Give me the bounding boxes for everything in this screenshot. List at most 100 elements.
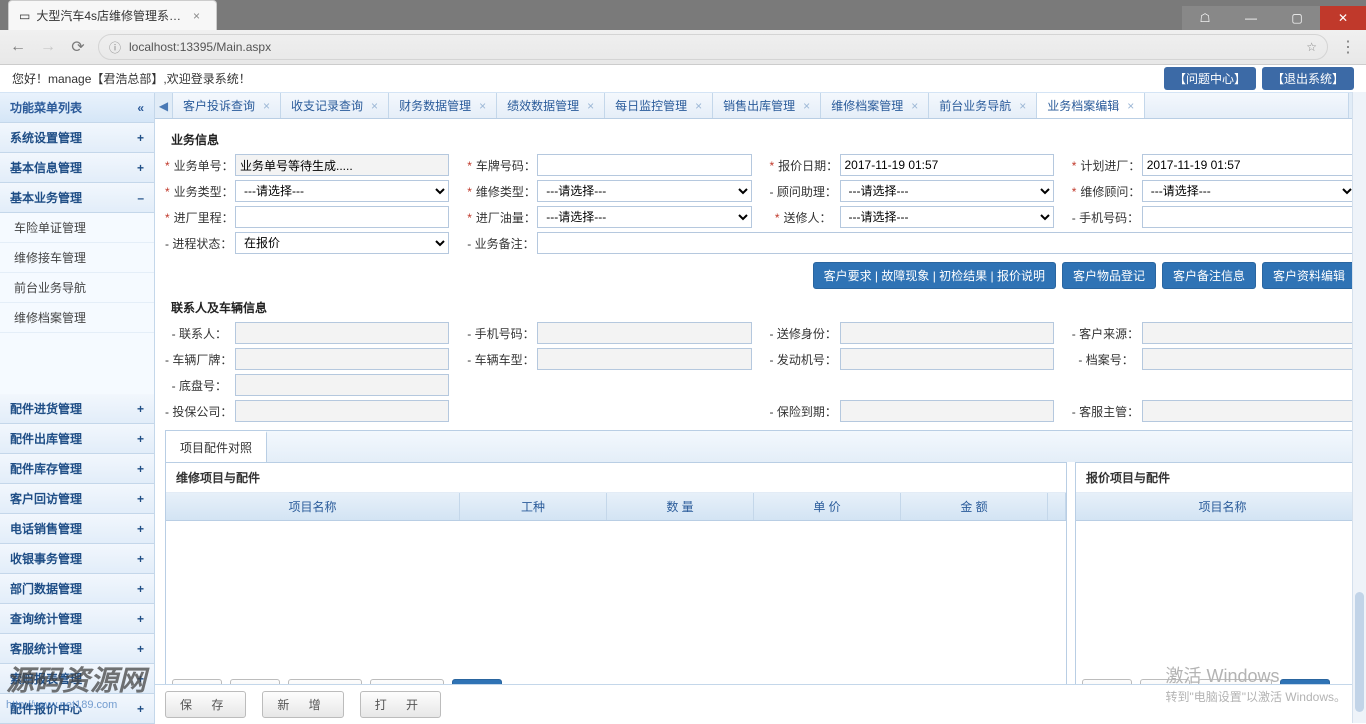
bottom-button[interactable]: 打 开 (360, 691, 441, 718)
close-icon[interactable]: × (479, 99, 486, 113)
content-tab[interactable]: 前台业务导航× (929, 93, 1037, 118)
close-icon[interactable]: × (695, 99, 702, 113)
maximize-button[interactable]: ▢ (1274, 6, 1320, 30)
progress-select[interactable]: 在报价 (235, 232, 449, 254)
repair-type-select[interactable]: ---请选择--- (537, 180, 751, 202)
sidebar-group[interactable]: 配件出库管理+ (0, 424, 154, 454)
sidebar-item[interactable]: 车险单证管理 (0, 213, 154, 243)
sidebar-group[interactable]: 配件报价中心+ (0, 694, 154, 724)
bookmark-icon[interactable]: ☆ (1306, 40, 1317, 54)
action-button[interactable]: 客户备注信息 (1162, 262, 1256, 289)
column-header[interactable]: 单 价 (754, 493, 901, 520)
remark-field[interactable] (537, 232, 1356, 254)
close-icon[interactable]: × (193, 9, 200, 23)
column-header[interactable]: 金 额 (901, 493, 1048, 520)
grid-hscroll-left[interactable] (166, 659, 1066, 673)
address-row: ← → ⟳ ⓘ localhost:13395/Main.aspx ☆ ⋮ (0, 30, 1366, 64)
action-button[interactable]: 客户物品登记 (1062, 262, 1156, 289)
address-bar[interactable]: ⓘ localhost:13395/Main.aspx ☆ (98, 34, 1328, 60)
tabs-scroll-left[interactable]: ◀ (155, 93, 173, 118)
page-scrollbar[interactable] (1352, 92, 1366, 723)
sidebar-group[interactable]: 索赔报表管理+ (0, 664, 154, 694)
sidebar-group[interactable]: 系统设置管理+ (0, 123, 154, 153)
collapse-icon[interactable]: « (137, 101, 144, 115)
content-tab[interactable]: 客户投诉查询× (173, 93, 281, 118)
column-header[interactable]: 项目名称 (166, 493, 460, 520)
inner-tab-strip: 项目配件对照 (165, 430, 1356, 462)
sidebar-group[interactable]: 配件进货管理+ (0, 394, 154, 424)
svc-mgr-field (1142, 400, 1356, 422)
inner-tab-parts[interactable]: 项目配件对照 (166, 431, 267, 462)
panel-repair-items: 维修项目与配件 项目名称工种数 量单 价金 额 编辑删除取消维修调整层次刷新 (165, 462, 1067, 684)
sidebar-group[interactable]: 客服统计管理+ (0, 634, 154, 664)
grid-body-left[interactable] (166, 521, 1066, 659)
engine-field (840, 348, 1054, 370)
user-icon[interactable]: ☖ (1182, 6, 1228, 30)
grid-body-right[interactable] (1076, 521, 1366, 659)
browser-tab[interactable]: ▭ 大型汽车4s店维修管理系… × (8, 0, 217, 30)
phone-field[interactable] (1142, 206, 1356, 228)
sidebar-group[interactable]: 收银事务管理+ (0, 544, 154, 574)
bottom-button[interactable]: 新 增 (262, 691, 343, 718)
close-icon[interactable]: × (371, 99, 378, 113)
bottom-bar: 保 存新 增打 开 (155, 684, 1366, 724)
contact-field (235, 322, 449, 344)
back-icon[interactable]: ← (8, 38, 28, 56)
biz-type-select[interactable]: ---请选择--- (235, 180, 449, 202)
sidebar-group[interactable]: 查询统计管理+ (0, 604, 154, 634)
quote-date-field[interactable] (840, 154, 1054, 176)
brand-field (235, 348, 449, 370)
form-page: 业务信息 *业务单号： *车牌号码： *报价日期： *计划进厂： *业务类型：-… (155, 119, 1366, 684)
sidebar-group[interactable]: 基本业务管理– (0, 183, 154, 213)
content-tab[interactable]: 销售出库管理× (713, 93, 821, 118)
minimize-button[interactable]: — (1228, 6, 1274, 30)
action-button[interactable]: 客户要求 | 故障现象 | 初检结果 | 报价说明 (813, 262, 1056, 289)
close-icon[interactable]: × (587, 99, 594, 113)
grid-hscroll-right[interactable] (1076, 659, 1366, 673)
close-icon[interactable]: × (1127, 99, 1134, 113)
content-tab[interactable]: 每日监控管理× (605, 93, 713, 118)
mile-in-field[interactable] (235, 206, 449, 228)
close-icon[interactable]: × (911, 99, 918, 113)
logout-button[interactable]: 【退出系统】 (1262, 67, 1354, 90)
close-icon[interactable]: × (803, 99, 810, 113)
sidebar-group[interactable]: 电话销售管理+ (0, 514, 154, 544)
assist-select[interactable]: ---请选择--- (840, 180, 1054, 202)
close-icon[interactable]: × (263, 99, 270, 113)
plan-in-field[interactable] (1142, 154, 1356, 176)
insurer-field (235, 400, 449, 422)
sender-select[interactable]: ---请选择--- (840, 206, 1054, 228)
menu-icon[interactable]: ⋮ (1338, 37, 1358, 57)
column-header[interactable]: 项目名称 (1076, 493, 1366, 520)
sidebar-group[interactable]: 部门数据管理+ (0, 574, 154, 604)
action-button[interactable]: 客户资料编辑 (1262, 262, 1356, 289)
sidebar-group[interactable]: 客户回访管理+ (0, 484, 154, 514)
sidebar-item[interactable]: 维修接车管理 (0, 243, 154, 273)
content-tab[interactable]: 财务数据管理× (389, 93, 497, 118)
greeting-bar: 您好！manage【君浩总部】,欢迎登录系统！ 【问题中心】 【退出系统】 (0, 65, 1366, 93)
column-header[interactable]: 工种 (460, 493, 607, 520)
content-tab[interactable]: 业务档案编辑× (1037, 93, 1145, 118)
content-tab[interactable]: 维修档案管理× (821, 93, 929, 118)
content-tab[interactable]: 收支记录查询× (281, 93, 389, 118)
page-icon: ▭ (19, 9, 30, 23)
column-header[interactable]: 数 量 (607, 493, 754, 520)
advisor-select[interactable]: ---请选择--- (1142, 180, 1356, 202)
close-button[interactable]: ✕ (1320, 6, 1366, 30)
sidebar-item[interactable]: 维修档案管理 (0, 303, 154, 333)
oil-in-select[interactable]: ---请选择--- (537, 206, 751, 228)
sidebar-group[interactable]: 配件库存管理+ (0, 454, 154, 484)
sidebar-item[interactable]: 前台业务导航 (0, 273, 154, 303)
content-tab[interactable]: 绩效数据管理× (497, 93, 605, 118)
model-field (537, 348, 751, 370)
content-tabbar: ◀ 客户投诉查询×收支记录查询×财务数据管理×绩效数据管理×每日监控管理×销售出… (155, 93, 1366, 119)
issue-center-button[interactable]: 【问题中心】 (1164, 67, 1256, 90)
url-text: localhost:13395/Main.aspx (129, 40, 271, 54)
close-icon[interactable]: × (1019, 99, 1026, 113)
plate-field[interactable] (537, 154, 751, 176)
sidebar-group[interactable]: 基本信息管理+ (0, 153, 154, 183)
info-icon[interactable]: ⓘ (109, 39, 121, 56)
reload-icon[interactable]: ⟳ (68, 37, 88, 57)
bottom-button[interactable]: 保 存 (165, 691, 246, 718)
content: ◀ 客户投诉查询×收支记录查询×财务数据管理×绩效数据管理×每日监控管理×销售出… (155, 93, 1366, 724)
